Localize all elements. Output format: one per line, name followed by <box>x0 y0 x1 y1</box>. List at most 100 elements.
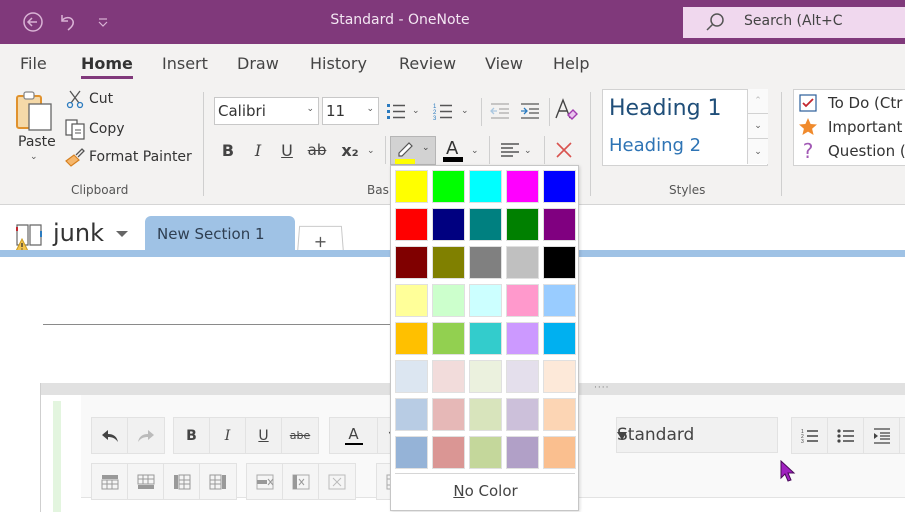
color-swatch[interactable] <box>543 246 576 279</box>
insert-row-below-button[interactable] <box>128 464 164 499</box>
insert-column-right-button[interactable] <box>200 464 236 499</box>
color-swatch[interactable] <box>432 284 465 317</box>
color-swatch[interactable] <box>506 322 539 355</box>
subscript-button[interactable]: x₂ <box>337 137 363 163</box>
color-swatch[interactable] <box>543 284 576 317</box>
scroll-up-button[interactable]: ⌃ <box>747 89 768 114</box>
tab-insert[interactable]: Insert <box>162 54 208 73</box>
tab-file[interactable]: File <box>20 54 47 73</box>
cut-button[interactable]: Cut <box>66 89 113 109</box>
color-swatch[interactable] <box>432 436 465 469</box>
color-swatch[interactable] <box>395 322 428 355</box>
color-swatch[interactable] <box>432 360 465 393</box>
color-swatch[interactable] <box>506 360 539 393</box>
editor-strikethrough-button[interactable]: abe <box>282 418 318 453</box>
delete-button[interactable] <box>551 137 577 163</box>
paste-button[interactable]: Paste ⌄ <box>14 90 56 168</box>
styles-more-button[interactable]: ⌄ <box>747 139 768 164</box>
color-swatch[interactable] <box>432 246 465 279</box>
color-swatch[interactable] <box>432 322 465 355</box>
editor-underline-button[interactable]: U <box>246 418 282 453</box>
paragraph-format-select[interactable]: Standard <box>616 417 778 453</box>
font-name-select[interactable]: Calibri ⌄ <box>214 97 319 125</box>
chevron-down-icon[interactable]: ⌄ <box>471 146 479 156</box>
tab-help[interactable]: Help <box>553 54 589 73</box>
scroll-down-button[interactable]: ⌄ <box>747 114 768 139</box>
tag-to-do[interactable]: To Do (Ctr <box>798 93 902 113</box>
editor-italic-button[interactable]: I <box>210 418 246 453</box>
decrease-indent-button[interactable] <box>487 98 513 124</box>
color-swatch[interactable] <box>432 208 465 241</box>
color-swatch[interactable] <box>469 170 502 203</box>
style-heading-1[interactable]: Heading 1 <box>609 96 722 121</box>
tag-important[interactable]: Important <box>798 117 902 137</box>
color-swatch[interactable] <box>432 398 465 431</box>
color-swatch[interactable] <box>469 436 502 469</box>
clear-formatting-button[interactable] <box>553 97 579 123</box>
chevron-down-icon[interactable]: ⌄ <box>524 146 532 156</box>
color-swatch[interactable] <box>506 170 539 203</box>
color-swatch[interactable] <box>543 322 576 355</box>
tab-history[interactable]: History <box>310 54 367 73</box>
search-input[interactable]: Search (Alt+C <box>683 7 905 38</box>
color-swatch[interactable] <box>469 322 502 355</box>
format-painter-button[interactable]: Format Painter <box>64 147 192 167</box>
tag-question[interactable]: ? Question ( <box>798 139 905 163</box>
color-swatch[interactable] <box>469 360 502 393</box>
bullets-button[interactable] <box>383 98 409 124</box>
chevron-down-icon[interactable]: ⌄ <box>461 106 469 116</box>
color-swatch[interactable] <box>395 398 428 431</box>
editor-undo-button[interactable] <box>92 418 128 453</box>
copy-button[interactable]: Copy <box>64 118 125 140</box>
color-swatch[interactable] <box>395 208 428 241</box>
color-swatch[interactable] <box>395 436 428 469</box>
color-swatch[interactable] <box>432 170 465 203</box>
color-swatch[interactable] <box>469 246 502 279</box>
highlight-color-button[interactable]: ⌄ <box>390 136 436 165</box>
unordered-list-button[interactable] <box>828 418 864 453</box>
paragraph-alignment-button[interactable] <box>497 137 523 163</box>
numbering-button[interactable]: 123 <box>430 98 456 124</box>
color-swatch[interactable] <box>395 170 428 203</box>
color-swatch[interactable] <box>395 284 428 317</box>
color-swatch[interactable] <box>469 398 502 431</box>
notebook-name[interactable]: junk <box>53 219 104 247</box>
indent-button[interactable] <box>864 418 900 453</box>
chevron-down-icon[interactable]: ⌄ <box>367 146 375 156</box>
editor-redo-button[interactable] <box>128 418 164 453</box>
editor-font-color-button[interactable]: A <box>330 418 378 453</box>
outdent-button[interactable] <box>900 418 905 453</box>
bold-button[interactable]: B <box>215 137 241 163</box>
color-swatch[interactable] <box>543 398 576 431</box>
delete-column-button[interactable] <box>283 464 319 499</box>
color-swatch[interactable] <box>469 284 502 317</box>
insert-row-above-button[interactable] <box>92 464 128 499</box>
ordered-list-button[interactable]: 123 <box>792 418 828 453</box>
underline-button[interactable]: U <box>274 137 300 163</box>
tab-review[interactable]: Review <box>399 54 456 73</box>
color-swatch[interactable] <box>395 360 428 393</box>
style-heading-2[interactable]: Heading 2 <box>609 135 701 156</box>
color-swatch[interactable] <box>543 170 576 203</box>
italic-button[interactable]: I <box>245 137 271 163</box>
styles-gallery[interactable]: Heading 1 Heading 2 <box>602 89 768 166</box>
color-swatch[interactable] <box>469 208 502 241</box>
color-swatch[interactable] <box>543 360 576 393</box>
chevron-down-icon[interactable]: ⌄ <box>412 106 420 116</box>
color-swatch[interactable] <box>506 284 539 317</box>
color-swatch[interactable] <box>506 398 539 431</box>
delete-row-button[interactable] <box>247 464 283 499</box>
tab-draw[interactable]: Draw <box>237 54 279 73</box>
no-color-button[interactable]: No Color <box>391 482 580 500</box>
delete-table-button[interactable] <box>319 464 355 499</box>
insert-column-left-button[interactable] <box>164 464 200 499</box>
increase-indent-button[interactable] <box>517 98 543 124</box>
font-size-select[interactable]: 11 ⌄ <box>322 97 379 125</box>
caret-down-icon[interactable] <box>116 231 128 237</box>
notebook-icon[interactable] <box>14 221 46 253</box>
color-swatch[interactable] <box>543 436 576 469</box>
tab-view[interactable]: View <box>485 54 523 73</box>
editor-bold-button[interactable]: B <box>174 418 210 453</box>
color-swatch[interactable] <box>506 436 539 469</box>
color-swatch[interactable] <box>506 246 539 279</box>
